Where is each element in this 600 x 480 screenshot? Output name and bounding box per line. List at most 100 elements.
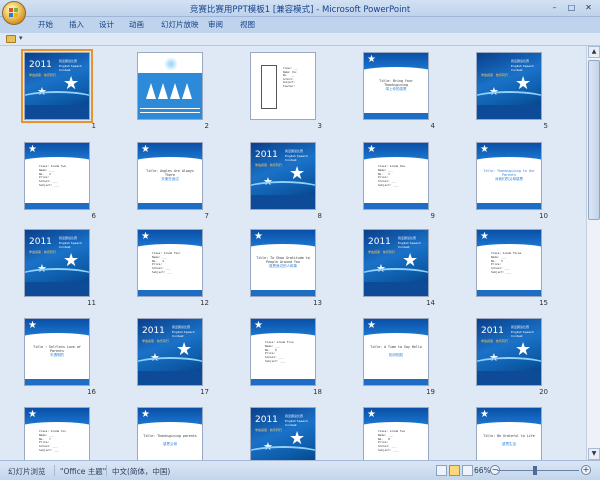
slide-preview: 2011 我爱朗读比赛 English Speech Contest 学会感恩 · 快… <box>363 229 429 297</box>
slide-year: 2011 <box>29 60 52 70</box>
slide-thumbnail[interactable]: ★ Title: Thanksgiving to Our Parents 对我们的父… <box>476 142 548 222</box>
slide-sorter[interactable]: 2011 我爱朗读比赛 English Speech Contest 学会感恩 · 快… <box>0 46 586 460</box>
star-icon: ★ <box>28 144 37 155</box>
slide-info-text: Class: Grade Five Name: ___ No. 6 Prize:… <box>265 340 294 363</box>
slide-thumbnail[interactable]: 2011 我爱朗读比赛 English Speech Contest 学会感恩 · 快… <box>476 318 548 398</box>
slide-thumbnail[interactable]: 2 <box>137 52 209 132</box>
slide-header: ★ <box>251 319 315 343</box>
slide-thumbnail[interactable]: 2011 我爱朗读比赛 English Speech Contest 学会感恩 · 快… <box>250 407 322 460</box>
slide-number: 4 <box>430 122 435 130</box>
star-icon: ★ <box>141 231 150 242</box>
slide-thumbnail[interactable]: Class: ___ Name: Xxx No. ___ School: Sub… <box>250 52 322 132</box>
slide-footer <box>477 290 541 296</box>
slide-number: 7 <box>204 212 209 220</box>
slide-ground <box>364 282 428 296</box>
tab-design[interactable]: 设计 <box>99 19 114 30</box>
slide-title: Title: Thanksgiving parents <box>143 434 197 438</box>
slide-preview: ★ Class: Grade Six Name: ___ No. 7 Prize:… <box>24 407 90 460</box>
slide-sun <box>164 57 178 71</box>
slide-thumbnail[interactable]: 2011 我爱朗读比赛 English Speech Contest 学会感恩 · 快… <box>250 142 322 222</box>
scroll-down-icon[interactable]: ▼ <box>588 448 600 460</box>
tab-animation[interactable]: 动画 <box>129 19 144 30</box>
tab-review[interactable]: 审阅 <box>208 19 223 30</box>
slide-preview: ★ Title: A Time to Say Hello 相识相知 <box>363 318 429 386</box>
slide-year: 2011 <box>255 150 278 160</box>
slide-preview: ★ Title: Be Grateful to Life 感恩生活 <box>476 407 542 460</box>
slide-thumbnail[interactable]: ★ Class: Grade Two Name: ___ No. 8 Prize:… <box>363 407 435 460</box>
close-button[interactable]: ✕ <box>581 2 596 13</box>
office-button[interactable] <box>2 1 26 25</box>
slide-preview: 2011 我爱朗读比赛 English Speech Contest 学会感恩 · 快… <box>250 142 316 210</box>
slide-thumbnail[interactable]: ★ Class: Grade Five Name: ___ No. 6 Prize… <box>250 318 322 398</box>
zoom-level[interactable]: 66% <box>474 466 491 475</box>
slide-number: 18 <box>313 388 322 396</box>
slide-thumbnail[interactable]: ★ Title: A Time to Say Hello 相识相知 19 <box>363 318 435 398</box>
slideshow-view-button[interactable] <box>462 465 473 476</box>
slide-header: ★ <box>138 230 202 254</box>
slide-preview: ★ Class: Grade Two Name: ___ No. 2 Prize:… <box>24 142 90 210</box>
slide-thumbnail[interactable]: ★ Class: Grade One Name: ___ No. 3 Prize:… <box>363 142 435 222</box>
slide-subtitle: 我爱朗读比赛 <box>59 59 78 63</box>
slide-subtitle-en: English Speech Contest <box>59 241 82 249</box>
tab-slideshow[interactable]: 幻灯片放映 <box>161 19 199 30</box>
slide-slogan: 学会感恩 · 快乐同行 <box>368 250 395 254</box>
slide-slogan: 学会感恩 · 快乐同行 <box>142 339 169 343</box>
zoom-slider[interactable] <box>497 470 579 471</box>
slide-subtitle: 感恩身边的人和事 <box>269 264 297 268</box>
slide-preview: 我爱朗读比赛 English Speech Contest 学会感恩 · 快乐同行 ★… <box>476 52 542 120</box>
slide-footer <box>477 203 541 209</box>
open-folder-icon[interactable] <box>6 35 16 43</box>
status-theme: "Office 主题" <box>60 467 107 476</box>
slide-thumbnail[interactable]: ★ Title: To Show Gratitude to People Arou… <box>250 229 322 309</box>
zoom-in-button[interactable]: + <box>581 465 591 475</box>
slide-thumbnail[interactable]: ★ Class: Grade Three Name: ___ No. 5 Priz… <box>476 229 548 309</box>
slide-preview: 2011 我爱朗读比赛 English Speech Contest 学会感恩 · 快… <box>21 49 93 123</box>
slide-number: 14 <box>426 299 435 307</box>
tab-insert[interactable]: 插入 <box>69 19 84 30</box>
slide-thumbnail[interactable]: ★Title: Thanksgiving parents感恩父母22 <box>137 407 209 460</box>
slide-ground <box>251 195 315 209</box>
slide-number: 13 <box>313 299 322 307</box>
minimize-button[interactable]: – <box>547 2 562 13</box>
vertical-scrollbar[interactable]: ▲ ▼ <box>586 46 600 460</box>
scroll-up-icon[interactable]: ▲ <box>588 46 600 58</box>
slide-ground <box>25 282 89 296</box>
slide-thumbnail[interactable]: ★Title: Be Grateful to Life感恩生活25 <box>476 407 548 460</box>
slide-sorter-view-button[interactable] <box>449 465 460 476</box>
slide-subtitle: 半透明的 <box>50 353 64 357</box>
slide-thumbnail[interactable]: ★ Class: Grade Two Name: ___ No. 2 Prize:… <box>24 142 96 222</box>
slide-thumbnail[interactable]: 2011 我爱朗读比赛 English Speech Contest 学会感恩 · 快… <box>24 229 96 309</box>
slide-header: ★ <box>25 319 89 343</box>
tab-view[interactable]: 视图 <box>240 19 255 30</box>
slide-thumbnail[interactable]: 2011 我爱朗读比赛 English Speech Contest 学会感恩 · 快… <box>21 49 96 132</box>
tree-icon <box>158 83 168 99</box>
title-bar: 竞赛比赛用PPT模板1 [兼容模式] - Microsoft PowerPoin… <box>0 0 600 17</box>
star-icon: ★ <box>480 409 489 420</box>
slide-thumbnail[interactable]: ★ Title: Angles Are Always There 天使在身边 7 <box>137 142 209 222</box>
tab-home[interactable]: 开始 <box>38 19 53 30</box>
slide-title: Title: To Show Gratitude to People Aroun… <box>256 256 310 264</box>
slide-header: ★ <box>138 408 202 432</box>
slide-subtitle: 对我们的父母感恩 <box>495 177 523 181</box>
qat-dropdown-icon[interactable]: ▾ <box>19 34 23 42</box>
slide-footer <box>251 379 315 385</box>
maximize-button[interactable]: □ <box>564 2 579 13</box>
slide-thumbnail[interactable]: ★ Title: Bring Your Thanksgiving 带上你的感恩 4 <box>363 52 435 132</box>
slide-thumbnail[interactable]: 2011 我爱朗读比赛 English Speech Contest 学会感恩 · 快… <box>363 229 435 309</box>
slide-thumbnail[interactable]: 我爱朗读比赛 English Speech Contest 学会感恩 · 快乐同行 ★… <box>476 52 548 132</box>
slide-title: Title: Be Grateful to Life <box>483 434 535 438</box>
scroll-thumb[interactable] <box>588 60 600 220</box>
zoom-slider-thumb[interactable] <box>533 466 537 475</box>
slide-number: 15 <box>539 299 548 307</box>
normal-view-button[interactable] <box>436 465 447 476</box>
slide-thumbnail[interactable]: ★ Class: Grade Four Name: ___ No. 4 Prize… <box>137 229 209 309</box>
slide-thumbnail[interactable]: ★ Title : Selfless Love of Parents 半透明的 16 <box>24 318 96 398</box>
status-view: 幻灯片浏览 <box>8 467 46 476</box>
slide-subtitle-en: English Speech Contest <box>398 241 421 249</box>
slide-thumbnail[interactable]: 2011 我爱朗读比赛 English Speech Contest 学会感恩 · 快… <box>137 318 209 398</box>
slide-footer <box>25 379 89 385</box>
slide-subtitle-en: English Speech Contest <box>59 64 82 72</box>
slide-preview: ★ Title: Angles Are Always There 天使在身边 <box>137 142 203 210</box>
slide-fence <box>140 108 200 113</box>
slide-thumbnail[interactable]: ★ Class: Grade Six Name: ___ No. 7 Prize:… <box>24 407 96 460</box>
